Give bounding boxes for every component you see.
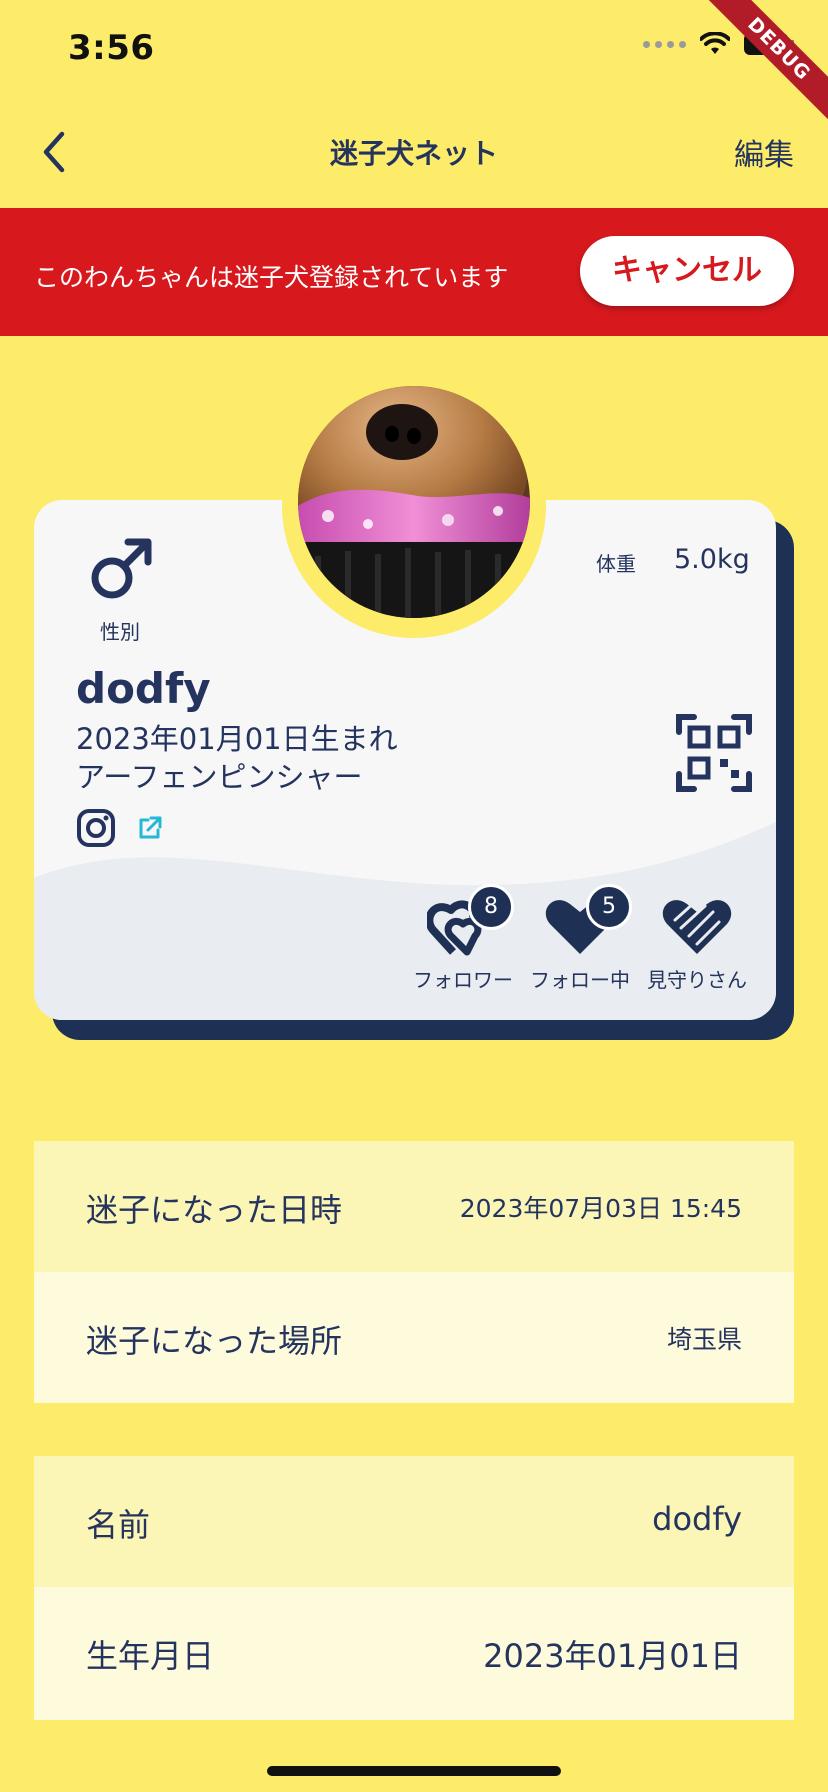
instagram-icon — [77, 809, 115, 847]
pet-name: dodfy — [76, 664, 211, 713]
pet-birthdate: 2023年01月01日生まれ — [76, 722, 398, 756]
home-indicator[interactable] — [267, 1766, 561, 1776]
external-link[interactable] — [136, 814, 164, 846]
qr-code-button[interactable] — [676, 714, 752, 796]
lost-datetime-row: 迷子になった日時 2023年07月03日 15:45 — [34, 1141, 794, 1272]
watchers-button[interactable]: 見守りさん — [642, 894, 752, 993]
lost-datetime-value: 2023年07月03日 15:45 — [459, 1194, 742, 1223]
pet-avatar[interactable] — [298, 386, 530, 618]
followers-label: フォロワー — [413, 968, 513, 992]
hands-heart-icon — [662, 900, 732, 954]
page-title: 迷子犬ネット — [329, 137, 498, 170]
pet-breed: アーフェンピンシャー — [76, 760, 363, 794]
external-link-icon — [139, 816, 162, 839]
name-label: 名前 — [86, 1506, 151, 1544]
birthdate-value: 2023年01月01日 — [483, 1637, 742, 1675]
debug-banner: DEBUG — [688, 0, 828, 140]
name-row: 名前 dodfy — [34, 1456, 794, 1587]
lost-place-row: 迷子になった場所 埼玉県 — [34, 1272, 794, 1403]
signal-icon — [643, 40, 686, 48]
qr-code-icon — [676, 714, 752, 792]
gender-label: 性別 — [100, 620, 140, 644]
weight-label: 体重 — [596, 552, 636, 576]
lost-dog-message: このわんちゃんは迷子犬登録されています — [34, 263, 509, 292]
edit-button[interactable]: 編集 — [734, 130, 794, 174]
instagram-link[interactable] — [76, 808, 116, 852]
debug-label: DEBUG — [701, 0, 828, 127]
weight-value: 5.0kg — [674, 544, 750, 575]
name-value: dodfy — [652, 1500, 742, 1538]
watchers-label: 見守りさん — [647, 968, 747, 992]
birthdate-row: 生年月日 2023年01月01日 — [34, 1587, 794, 1720]
male-symbol-icon — [88, 536, 156, 608]
cancel-button[interactable]: キャンセル — [580, 236, 794, 306]
status-time: 3:56 — [68, 28, 155, 68]
following-label: フォロー中 — [530, 968, 630, 992]
lost-place-value: 埼玉県 — [666, 1325, 742, 1354]
following-count-badge: 5 — [586, 884, 632, 930]
followers-count-badge: 8 — [468, 884, 514, 930]
lost-place-label: 迷子になった場所 — [86, 1322, 343, 1360]
birthdate-label: 生年月日 — [86, 1637, 215, 1675]
lost-datetime-label: 迷子になった日時 — [86, 1191, 343, 1229]
pet-photo — [298, 386, 530, 618]
